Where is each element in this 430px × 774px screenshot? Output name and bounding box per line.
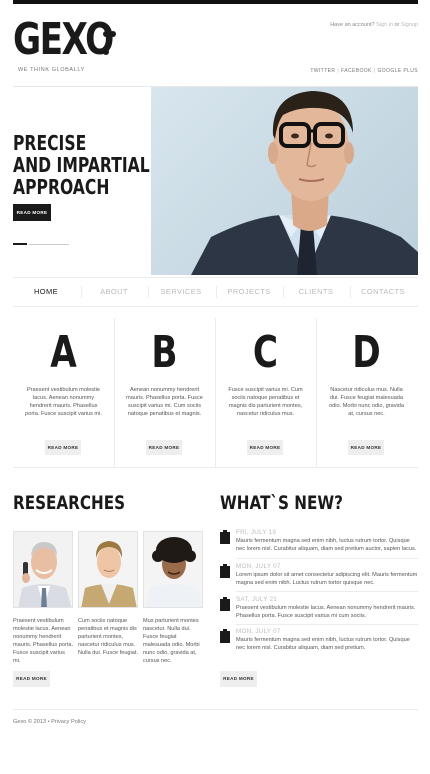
- features-section: A Praesent vestibulum molestie lacus. Ae…: [13, 318, 418, 468]
- news-item[interactable]: MON, JULY 07 Mauris fermentum magna sed …: [220, 628, 418, 658]
- news-text: Praesent vestibulum molestie lacus. Aene…: [236, 605, 416, 619]
- research-photo-young-man: [78, 531, 138, 608]
- feature-read-more-button[interactable]: READ MORE: [146, 440, 182, 455]
- feature-text: Fusce suscipit varius mi. Cum sociis nat…: [228, 387, 303, 417]
- feature-text: Nascetur ridiculus mus. Nulla dui. Fusce…: [329, 387, 404, 417]
- research-text: Cum sociis natoque penatibus et magnis d…: [78, 618, 139, 656]
- logo-dots-icon: [103, 24, 123, 55]
- feature-text: Aenean nonummy hendrerit mauris. Phasell…: [126, 387, 203, 417]
- tagline: WE THINK GLOBALLY: [18, 67, 85, 73]
- news-item[interactable]: FRI, JULY 19 Mauris fermentum magna sed …: [220, 529, 418, 559]
- feature-read-more-button[interactable]: READ MORE: [45, 440, 81, 455]
- facebook-link[interactable]: FACEBOOK: [341, 68, 372, 74]
- news-title: WHAT`S NEW?: [220, 492, 343, 514]
- account-prompt: Have an account?: [330, 22, 375, 28]
- feature-letter: B: [151, 327, 178, 378]
- news-date: SAT, JULY 21: [236, 596, 278, 603]
- research-photo-curly-man: [143, 531, 203, 608]
- calendar-icon: [220, 597, 230, 611]
- research-text: Mus parturient montes nascetur. Nulla du…: [143, 618, 200, 664]
- nav-item-home[interactable]: HOME: [13, 287, 79, 296]
- hero-read-more-button[interactable]: READ MORE: [13, 204, 51, 221]
- logo[interactable]: GEXO: [13, 18, 114, 62]
- feature-card-c: C Fusce suscipit varius mi. Cum sociis n…: [215, 318, 316, 468]
- news-divider: [236, 558, 418, 559]
- hero-photo-businessman: [151, 87, 418, 275]
- signin-link[interactable]: Sign in: [376, 22, 393, 28]
- hero-title: PRECISE AND IMPARTIAL APPROACH: [13, 132, 150, 198]
- signup-link[interactable]: Signup: [401, 22, 418, 28]
- hero-title-line: PRECISE: [13, 131, 87, 155]
- or-text: or: [394, 22, 400, 28]
- calendar-icon: [220, 629, 230, 643]
- divider: |: [337, 68, 340, 74]
- research-photo-man-phone: [13, 531, 73, 608]
- footer-text[interactable]: Gexo © 2013 • Privacy Policy: [13, 719, 86, 725]
- hero-title-line: APPROACH: [13, 175, 110, 199]
- feature-card-d: D Nascetur ridiculus mus. Nulla dui. Fus…: [316, 318, 417, 468]
- nav-item-about[interactable]: ABOUT: [81, 287, 147, 296]
- nav-item-clients[interactable]: CLIENTS: [283, 287, 349, 296]
- news-item[interactable]: SAT, JULY 21 Praesent vestibulum molesti…: [220, 596, 418, 626]
- news-item[interactable]: MON, JULY 07 Lorem ipsum dolor sit amet …: [220, 563, 418, 593]
- twitter-link[interactable]: TWITTER: [310, 68, 335, 74]
- calendar-icon: [220, 530, 230, 544]
- social-links: TWITTER | FACEBOOK | GOOGLE PLUS: [310, 68, 418, 74]
- account-links: Have an account? Sign in or Signup: [330, 22, 418, 28]
- researches-title: RESEARCHES: [13, 492, 126, 514]
- nav-item-contacts[interactable]: CONTACTS: [350, 287, 416, 296]
- feature-letter: C: [252, 327, 279, 378]
- divider: |: [373, 68, 376, 74]
- news-date: FRI, JULY 19: [236, 529, 277, 536]
- news-divider: [236, 591, 418, 592]
- news-text: Mauris fermentum magna sed enim nibh, lu…: [236, 637, 410, 651]
- calendar-icon: [220, 564, 230, 578]
- feature-letter: D: [352, 327, 381, 378]
- news-text: Mauris fermentum magna sed enim nibh, lu…: [236, 538, 417, 552]
- news-divider: [236, 624, 418, 625]
- hero-title-line: AND IMPARTIAL: [13, 153, 150, 177]
- research-text: Praesent vestibulum molestie lacus. Aene…: [13, 618, 74, 664]
- feature-letter: A: [50, 327, 77, 378]
- news-read-more-button[interactable]: READ MORE: [220, 671, 257, 687]
- nav-item-services[interactable]: SERVICES: [148, 287, 214, 296]
- feature-read-more-button[interactable]: READ MORE: [348, 440, 384, 455]
- top-bar: [13, 0, 418, 4]
- feature-text: Praesent vestibulum molestie lacus. Aene…: [25, 387, 102, 417]
- news-date: MON, JULY 07: [236, 563, 281, 570]
- feature-read-more-button[interactable]: READ MORE: [247, 440, 283, 455]
- feature-card-a: A Praesent vestibulum molestie lacus. Ae…: [13, 318, 114, 468]
- nav-item-projects[interactable]: PROJECTS: [216, 287, 282, 296]
- news-date: MON, JULY 07: [236, 628, 281, 635]
- google-plus-link[interactable]: GOOGLE PLUS: [377, 68, 418, 74]
- researches-read-more-button[interactable]: READ MORE: [13, 671, 50, 687]
- footer-divider: [13, 709, 418, 710]
- main-nav: HOME ABOUT SERVICES PROJECTS CLIENTS CON…: [13, 277, 418, 307]
- feature-card-b: B Aenean nonummy hendrerit mauris. Phase…: [114, 318, 215, 468]
- news-text: Lorem ipsum dolor sit amet consectetur a…: [236, 572, 418, 586]
